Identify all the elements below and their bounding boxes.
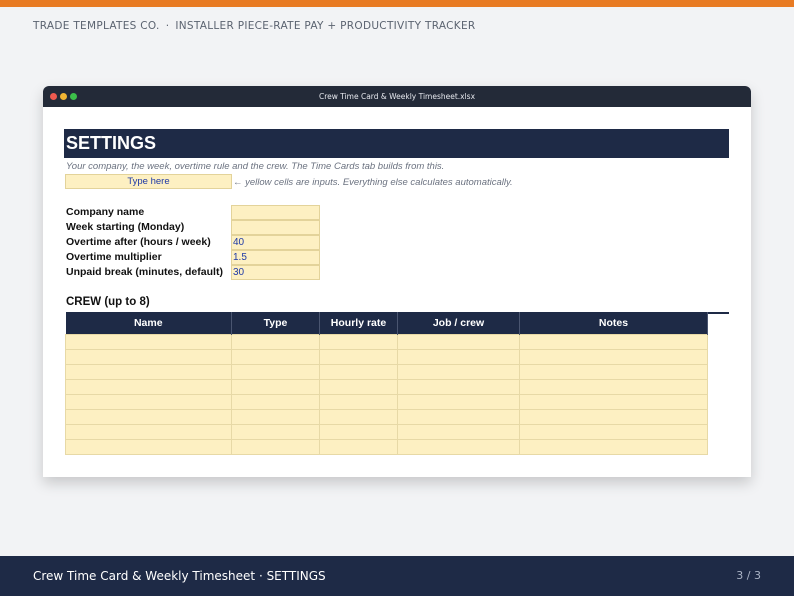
crew-input-cell[interactable] xyxy=(397,348,520,365)
input-sample-cell[interactable]: Type here xyxy=(65,174,232,189)
crew-section-title: CREW (up to 8) xyxy=(66,296,150,308)
crew-input-cell[interactable] xyxy=(319,348,398,365)
table-row xyxy=(65,333,708,350)
table-row xyxy=(65,438,708,455)
crew-input-cell[interactable] xyxy=(397,363,520,380)
field-input-company[interactable] xyxy=(231,205,320,220)
crew-input-cell[interactable] xyxy=(397,408,520,425)
crew-input-cell[interactable] xyxy=(231,393,320,410)
crew-input-cell[interactable] xyxy=(231,348,320,365)
product-name: INSTALLER PIECE-RATE PAY + PRODUCTIVITY … xyxy=(175,20,476,32)
crew-input-cell[interactable] xyxy=(231,378,320,395)
field-input-overtime-after[interactable]: 40 xyxy=(231,235,320,250)
window-title: Crew Time Card & Weekly Timesheet.xlsx xyxy=(318,92,476,101)
column-header-notes[interactable]: Notes xyxy=(519,312,708,334)
crew-input-cell[interactable] xyxy=(519,423,708,440)
sheet-subtitle: Your company, the week, overtime rule an… xyxy=(66,161,445,172)
table-row xyxy=(65,363,708,380)
field-input-week-start[interactable] xyxy=(231,220,320,235)
crew-input-cell[interactable] xyxy=(319,378,398,395)
crew-input-cell[interactable] xyxy=(397,378,520,395)
header-separator: · xyxy=(165,20,170,32)
crew-input-cell[interactable] xyxy=(519,408,708,425)
table-row xyxy=(65,378,708,395)
crew-input-cell[interactable] xyxy=(397,438,520,455)
field-input-unpaid-break[interactable]: 30 xyxy=(231,265,320,280)
column-header-name[interactable]: Name xyxy=(65,312,232,334)
field-label-week-start: Week starting (Monday) xyxy=(66,221,185,233)
crew-input-cell[interactable] xyxy=(65,348,232,365)
window-titlebar: Crew Time Card & Weekly Timesheet.xlsx xyxy=(43,86,751,107)
crew-input-cell[interactable] xyxy=(65,363,232,380)
field-input-overtime-multiplier[interactable]: 1.5 xyxy=(231,250,320,265)
crew-input-cell[interactable] xyxy=(519,438,708,455)
crew-input-cell[interactable] xyxy=(231,408,320,425)
crew-input-cell[interactable] xyxy=(231,423,320,440)
company-name: TRADE TEMPLATES CO. xyxy=(33,20,160,32)
crew-input-cell[interactable] xyxy=(65,378,232,395)
crew-input-cell[interactable] xyxy=(319,363,398,380)
column-header-job-crew[interactable]: Job / crew xyxy=(397,312,520,334)
sheet-title: SETTINGS xyxy=(64,129,729,158)
crew-input-cell[interactable] xyxy=(231,363,320,380)
crew-input-cell[interactable] xyxy=(519,363,708,380)
settings-sheet: SETTINGS Your company, the week, overtim… xyxy=(43,107,751,477)
input-hint: ← yellow cells are inputs. Everything el… xyxy=(233,177,513,188)
crew-input-cell[interactable] xyxy=(319,438,398,455)
footer-bar: Crew Time Card & Weekly Timesheet · SETT… xyxy=(0,556,794,596)
crew-input-cell[interactable] xyxy=(397,423,520,440)
page-indicator: 3 / 3 xyxy=(736,569,761,582)
crew-input-cell[interactable] xyxy=(519,393,708,410)
field-label-overtime-multiplier: Overtime multiplier xyxy=(66,251,162,263)
accent-bar xyxy=(0,0,794,7)
crew-input-cell[interactable] xyxy=(65,393,232,410)
crew-input-cell[interactable] xyxy=(519,378,708,395)
crew-input-cell[interactable] xyxy=(231,333,320,350)
field-label-unpaid-break: Unpaid break (minutes, default) xyxy=(66,266,223,278)
crew-input-cell[interactable] xyxy=(519,348,708,365)
table-row xyxy=(65,348,708,365)
crew-header-row: Name Type Hourly rate Job / crew Notes xyxy=(65,312,708,334)
column-header-hourly-rate[interactable]: Hourly rate xyxy=(319,312,398,334)
crew-table: Name Type Hourly rate Job / crew Notes xyxy=(65,312,708,455)
crew-input-cell[interactable] xyxy=(319,423,398,440)
page-header: TRADE TEMPLATES CO. · INSTALLER PIECE-RATE… xyxy=(33,20,476,32)
crew-input-cell[interactable] xyxy=(231,438,320,455)
crew-input-cell[interactable] xyxy=(397,393,520,410)
field-label-overtime-after: Overtime after (hours / week) xyxy=(66,236,211,248)
crew-input-cell[interactable] xyxy=(65,408,232,425)
crew-divider xyxy=(707,312,729,314)
spreadsheet-window: Crew Time Card & Weekly Timesheet.xlsx S… xyxy=(43,86,751,477)
crew-input-cell[interactable] xyxy=(319,333,398,350)
crew-input-cell[interactable] xyxy=(319,408,398,425)
crew-input-cell[interactable] xyxy=(519,333,708,350)
column-header-type[interactable]: Type xyxy=(231,312,320,334)
field-label-company: Company name xyxy=(66,206,145,218)
crew-input-cell[interactable] xyxy=(65,333,232,350)
table-row xyxy=(65,393,708,410)
crew-table-body xyxy=(65,333,708,455)
table-row xyxy=(65,408,708,425)
crew-input-cell[interactable] xyxy=(65,423,232,440)
crew-input-cell[interactable] xyxy=(397,333,520,350)
table-row xyxy=(65,423,708,440)
crew-input-cell[interactable] xyxy=(319,393,398,410)
footer-title: Crew Time Card & Weekly Timesheet · SETT… xyxy=(33,569,326,583)
crew-input-cell[interactable] xyxy=(65,438,232,455)
